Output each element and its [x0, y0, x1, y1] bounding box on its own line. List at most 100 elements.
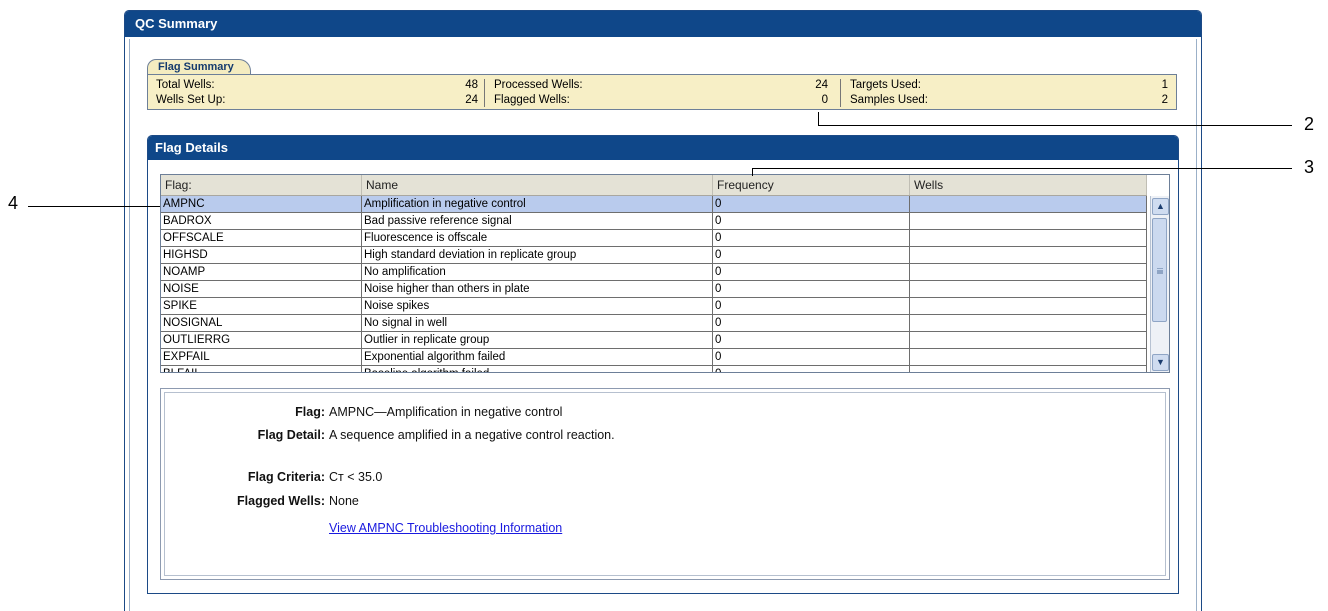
cell-frequency: 0 — [713, 247, 910, 263]
cell-flag: NOAMP — [161, 264, 362, 280]
cell-frequency: 0 — [713, 332, 910, 348]
cell-name: Baseline algorithm failed — [362, 366, 713, 372]
table-row[interactable]: NOAMP No amplification 0 — [161, 264, 1147, 281]
flagged-wells-value: 0 — [821, 94, 828, 106]
cell-name: Fluorescence is offscale — [362, 230, 713, 246]
flagged-wells-label: Flagged Wells: — [494, 94, 570, 106]
samples-used-value: 2 — [1161, 94, 1168, 106]
flag-detail-value: A sequence amplified in a negative contr… — [329, 428, 615, 442]
table-row[interactable]: NOISE Noise higher than others in plate 0 — [161, 281, 1147, 298]
cell-wells — [910, 230, 1147, 246]
grip-icon — [1157, 268, 1163, 270]
cell-name: No amplification — [362, 264, 713, 280]
qc-summary-title: QC Summary — [125, 11, 1201, 37]
targets-used-value: 1 — [1161, 79, 1168, 91]
cell-flag: HIGHSD — [161, 247, 362, 263]
cell-frequency: 0 — [713, 281, 910, 297]
cell-frequency: 0 — [713, 366, 910, 372]
flag-details-panel: Flag Details Flag: Name Frequency Wells … — [147, 135, 1179, 594]
cell-wells — [910, 315, 1147, 331]
cell-frequency: 0 — [713, 213, 910, 229]
cell-frequency: 0 — [713, 315, 910, 331]
callout-3-line — [752, 168, 753, 176]
cell-flag: SPIKE — [161, 298, 362, 314]
cell-flag: BLFAIL — [161, 366, 362, 372]
table-row[interactable]: EXPFAIL Exponential algorithm failed 0 — [161, 349, 1147, 366]
wells-set-up-label: Wells Set Up: — [156, 94, 226, 106]
cell-wells — [910, 213, 1147, 229]
table-row[interactable]: OUTLIERRG Outlier in replicate group 0 — [161, 332, 1147, 349]
wells-set-up-value: 24 — [465, 94, 478, 106]
flag-table-body: AMPNC Amplification in negative control 0 B… — [161, 196, 1147, 372]
flag-summary-box: Total Wells: 48 Wells Set Up: 24 Process… — [147, 74, 1177, 110]
targets-used-label: Targets Used: — [850, 79, 921, 91]
cell-flag: OUTLIERRG — [161, 332, 362, 348]
scroll-thumb[interactable] — [1152, 218, 1167, 322]
cell-wells — [910, 366, 1147, 372]
scroll-up-icon[interactable]: ▲ — [1152, 198, 1169, 215]
cell-wells — [910, 264, 1147, 280]
processed-wells-value: 24 — [815, 79, 828, 91]
summary-divider — [840, 79, 841, 107]
cell-flag: NOSIGNAL — [161, 315, 362, 331]
cell-name: Noise higher than others in plate — [362, 281, 713, 297]
cell-name: Outlier in replicate group — [362, 332, 713, 348]
troubleshooting-link[interactable]: View AMPNC Troubleshooting Information — [329, 520, 649, 537]
samples-used-label: Samples Used: — [850, 94, 928, 106]
flag-criteria-value: Cт < 35.0 — [329, 470, 383, 484]
flag-summary-tab: Flag Summary — [147, 59, 251, 75]
cell-name: High standard deviation in replicate gro… — [362, 247, 713, 263]
cell-flag: BADROX — [161, 213, 362, 229]
cell-wells — [910, 196, 1147, 212]
flag-detail-label: Flag Detail: — [257, 428, 325, 442]
flag-label: Flag: — [295, 405, 325, 419]
cell-flag: NOISE — [161, 281, 362, 297]
table-row[interactable]: BADROX Bad passive reference signal 0 — [161, 213, 1147, 230]
table-row[interactable]: HIGHSD High standard deviation in replica… — [161, 247, 1147, 264]
table-row[interactable]: SPIKE Noise spikes 0 — [161, 298, 1147, 315]
cell-name: Noise spikes — [362, 298, 713, 314]
table-row[interactable]: NOSIGNAL No signal in well 0 — [161, 315, 1147, 332]
cell-frequency: 0 — [713, 264, 910, 280]
summary-divider — [484, 79, 485, 107]
cell-wells — [910, 332, 1147, 348]
total-wells-value: 48 — [465, 79, 478, 91]
cell-wells — [910, 298, 1147, 314]
cell-wells — [910, 349, 1147, 365]
column-header-wells[interactable]: Wells — [910, 175, 1147, 195]
flagged-wells-detail-value: None — [329, 494, 359, 508]
total-wells-label: Total Wells: — [156, 79, 215, 91]
scroll-down-icon[interactable]: ▼ — [1152, 354, 1169, 371]
table-row[interactable]: BLFAILBaseline algorithm failed0 — [161, 366, 1147, 372]
column-header-frequency[interactable]: Frequency — [713, 175, 910, 195]
table-row[interactable]: OFFSCALE Fluorescence is offscale 0 — [161, 230, 1147, 247]
cell-frequency: 0 — [713, 196, 910, 212]
qc-summary-panel: QC Summary Flag Summary Total Wells: 48 … — [124, 10, 1202, 611]
callout-3-line — [752, 168, 1292, 169]
table-row[interactable]: AMPNC Amplification in negative control 0 — [161, 196, 1147, 213]
flag-detail-box: Flag: AMPNC—Amplification in negative co… — [160, 388, 1170, 580]
flag-criteria-label: Flag Criteria: — [247, 470, 325, 484]
flag-table-header: Flag: Name Frequency Wells — [161, 175, 1147, 196]
column-header-flag[interactable]: Flag: — [161, 175, 362, 195]
cell-wells — [910, 247, 1147, 263]
callout-4: 4 — [8, 193, 19, 213]
callout-3: 3 — [1304, 157, 1315, 177]
cell-flag: EXPFAIL — [161, 349, 362, 365]
cell-flag: AMPNC — [161, 196, 362, 212]
cell-name: Amplification in negative control — [362, 196, 713, 212]
flagged-wells-detail-label: Flagged Wells: — [237, 494, 325, 508]
table-scrollbar[interactable]: ▲ ▼ — [1150, 196, 1169, 372]
flag-details-title: Flag Details — [148, 136, 1178, 160]
processed-wells-label: Processed Wells: — [494, 79, 583, 91]
cell-name: Exponential algorithm failed — [362, 349, 713, 365]
callout-2-line — [818, 112, 819, 125]
flag-table: Flag: Name Frequency Wells AMPNC Amplific… — [160, 174, 1170, 373]
cell-frequency: 0 — [713, 349, 910, 365]
flag-value: AMPNC—Amplification in negative control — [329, 405, 563, 419]
cell-frequency: 0 — [713, 298, 910, 314]
column-header-name[interactable]: Name — [362, 175, 713, 195]
cell-name: Bad passive reference signal — [362, 213, 713, 229]
cell-flag: OFFSCALE — [161, 230, 362, 246]
cell-name: No signal in well — [362, 315, 713, 331]
